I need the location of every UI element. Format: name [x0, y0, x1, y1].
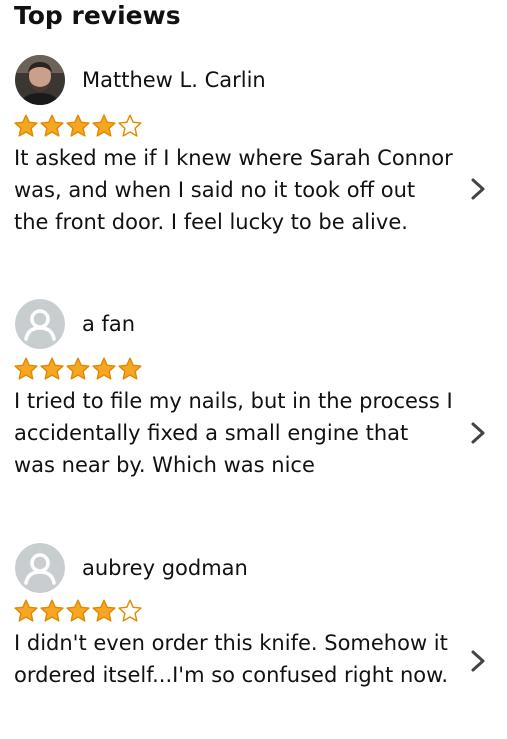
review-text: I tried to file my nails, but in the pro…: [14, 389, 453, 477]
review-card[interactable]: a fan I tried to file my nails, but in t…: [0, 299, 507, 519]
star-rating: [13, 113, 143, 139]
star-empty-icon: [118, 114, 142, 137]
reviewer-avatar-placeholder: [15, 543, 65, 593]
star-empty-icon: [118, 599, 142, 622]
chevron-right-icon[interactable]: [469, 177, 487, 201]
person-icon: [15, 299, 65, 349]
star-filled-icon: [92, 357, 116, 380]
star-filled-icon: [118, 357, 142, 380]
avatar-photo-icon: [15, 55, 65, 105]
reviewer-avatar-photo: [15, 55, 65, 105]
section-title: Top reviews: [14, 1, 181, 30]
chevron-right-icon[interactable]: [469, 649, 487, 673]
star-filled-icon: [66, 599, 90, 622]
reviewer-name: aubrey godman: [82, 556, 248, 580]
star-filled-icon: [14, 114, 38, 137]
star-filled-icon: [14, 357, 38, 380]
star-filled-icon: [66, 357, 90, 380]
star-filled-icon: [40, 599, 64, 622]
reviewer-name: Matthew L. Carlin: [82, 68, 266, 92]
star-filled-icon: [40, 114, 64, 137]
reviewer-name: a fan: [82, 312, 136, 336]
star-filled-icon: [92, 599, 116, 622]
review-text: I didn't even order this knife. Somehow …: [14, 631, 449, 687]
star-rating: [13, 598, 143, 624]
chevron-right-icon[interactable]: [469, 421, 487, 445]
star-filled-icon: [92, 114, 116, 137]
reviewer-avatar-placeholder: [15, 299, 65, 349]
review-text: It asked me if I knew where Sarah Connor…: [14, 146, 453, 234]
review-header: a fan: [15, 299, 135, 349]
star-rating: [13, 356, 143, 382]
review-card[interactable]: aubrey godman I didn't even order this k…: [0, 543, 507, 739]
review-header: aubrey godman: [15, 543, 248, 593]
person-icon: [15, 543, 65, 593]
star-filled-icon: [14, 599, 38, 622]
review-header: Matthew L. Carlin: [15, 55, 266, 105]
star-filled-icon: [66, 114, 90, 137]
review-card[interactable]: Matthew L. Carlin It asked me if I knew …: [0, 55, 507, 275]
star-filled-icon: [40, 357, 64, 380]
